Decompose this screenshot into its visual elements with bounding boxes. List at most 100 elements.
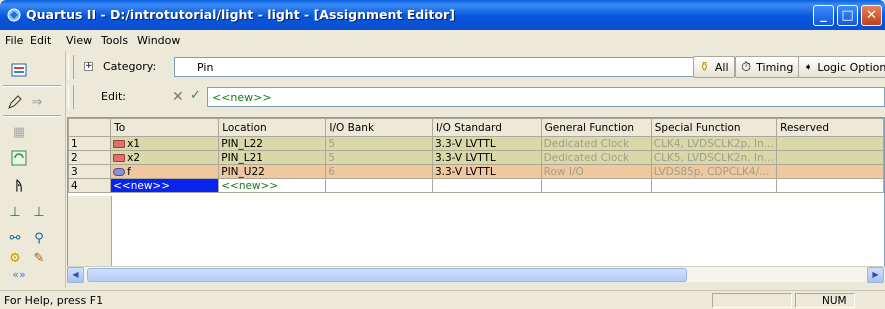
- grid-view-icon[interactable]: ▦: [8, 121, 30, 143]
- logic-options-button[interactable]: ➧ Logic Options: [798, 56, 885, 78]
- scrollbar-thumb[interactable]: [87, 268, 687, 282]
- timing-button-label: Timing: [756, 60, 794, 74]
- horizontal-scrollbar[interactable]: ◀ ▶: [67, 266, 885, 283]
- row-number[interactable]: 1: [67, 136, 112, 151]
- accept-check-icon[interactable]: ✓: [190, 88, 201, 103]
- input-pin-icon: [113, 153, 126, 162]
- column-header-special-function[interactable]: Special Function: [650, 118, 778, 137]
- table-row-new[interactable]: 4 <<new>> <<new>>: [67, 178, 884, 193]
- table-row[interactable]: 3 f PIN_U22 6 3.3-V LVTTL Row I/O LVDS85…: [67, 164, 884, 179]
- maximize-button[interactable]: □: [837, 5, 858, 26]
- cell-io-bank[interactable]: [325, 178, 433, 193]
- cell-reserved[interactable]: [776, 178, 884, 193]
- table-row[interactable]: 2 x2 PIN_L21 5 3.3-V LVTTL Dedicated Clo…: [67, 150, 884, 165]
- cell-general-function[interactable]: Row I/O: [540, 164, 652, 179]
- menu-view[interactable]: View: [66, 34, 92, 47]
- row-number[interactable]: 4: [67, 178, 112, 193]
- cell-io-standard[interactable]: 3.3-V LVTTL: [431, 136, 542, 151]
- assignment-editor-icon[interactable]: [8, 59, 30, 81]
- logic-options-button-label: Logic Options: [817, 60, 885, 74]
- column-header-location[interactable]: Location: [218, 118, 327, 137]
- expand-toolbar-icon[interactable]: «»: [8, 263, 30, 285]
- cell-reserved[interactable]: [776, 164, 884, 179]
- cell-location-new[interactable]: <<new>>: [218, 178, 327, 193]
- cell-io-standard[interactable]: 3.3-V LVTTL: [431, 164, 542, 179]
- window-title: Quartus II - D:/introtutorial/light - li…: [26, 7, 455, 22]
- cell-special-function[interactable]: CLK5, LVDSCLK2n, In…: [650, 150, 778, 165]
- cell-general-function[interactable]: Dedicated Clock: [540, 136, 652, 151]
- cell-io-standard[interactable]: 3.3-V LVTTL: [431, 150, 542, 165]
- cell-reserved[interactable]: [776, 136, 884, 151]
- arrow-right-icon: ➧: [804, 61, 813, 73]
- scroll-right-icon[interactable]: ▶: [867, 267, 884, 283]
- row-number[interactable]: 3: [67, 164, 112, 179]
- close-button[interactable]: ✕: [861, 5, 882, 26]
- cell-io-bank[interactable]: 6: [325, 164, 433, 179]
- table-row[interactable]: 1 x1 PIN_L22 5 3.3-V LVTTL Dedicated Clo…: [67, 136, 884, 151]
- toolbar-separator: [3, 85, 61, 87]
- cell-to[interactable]: f: [110, 164, 220, 179]
- menu-tools[interactable]: Tools: [101, 34, 128, 47]
- cell-location[interactable]: PIN_L21: [218, 150, 327, 165]
- pin-planner-icon[interactable]: ᚤ: [8, 175, 30, 197]
- edit-input[interactable]: <<new>>: [207, 87, 885, 107]
- cell-special-function[interactable]: LVDS85p, CDPCLK4/…: [650, 164, 778, 179]
- cell-location[interactable]: PIN_L22: [218, 136, 327, 151]
- cell-to-text: f: [127, 165, 131, 178]
- node-finder-icon[interactable]: ⊥: [4, 201, 26, 223]
- edit-label: Edit:: [101, 90, 127, 103]
- title-bar: Quartus II - D:/introtutorial/light - li…: [0, 0, 885, 30]
- num-lock-indicator: NUM: [795, 293, 855, 308]
- column-header-io-bank[interactable]: I/O Bank: [325, 118, 433, 137]
- cell-io-bank[interactable]: 5: [325, 150, 433, 165]
- row-number[interactable]: 2: [67, 150, 112, 165]
- cell-location[interactable]: PIN_U22: [218, 164, 327, 179]
- timing-node-icon[interactable]: ⚲: [28, 227, 50, 249]
- assignment-grid: To Location I/O Bank I/O Standard Genera…: [67, 117, 885, 281]
- column-header-to[interactable]: To: [110, 118, 220, 137]
- num-lock-text: NUM: [822, 295, 847, 307]
- all-button-label: All: [714, 60, 729, 74]
- toolbar-grip[interactable]: [68, 55, 74, 79]
- category-value: Pin: [197, 61, 214, 74]
- arrow-right-icon[interactable]: ⇒: [26, 91, 48, 113]
- edit-pencil-icon[interactable]: [4, 91, 26, 113]
- filter-icon[interactable]: ⚯: [4, 227, 26, 249]
- toolbar-grip[interactable]: [68, 85, 74, 109]
- category-label: Category:: [103, 60, 157, 73]
- settings-pen-icon[interactable]: ✎: [28, 247, 50, 269]
- table-header-row: To Location I/O Bank I/O Standard Genera…: [67, 118, 884, 137]
- all-button[interactable]: ⚱ All: [693, 56, 735, 78]
- quartus-app-icon: [7, 8, 21, 22]
- cell-io-standard[interactable]: [431, 178, 542, 193]
- input-pin-icon: [113, 139, 126, 148]
- menu-edit[interactable]: Edit: [30, 34, 51, 47]
- status-bar: For Help, press F1 NUM: [0, 290, 885, 309]
- stopwatch-icon: ⏱: [741, 59, 752, 75]
- cell-general-function[interactable]: Dedicated Clock: [540, 150, 652, 165]
- scroll-left-icon[interactable]: ◀: [67, 267, 84, 283]
- expand-plus-icon[interactable]: +: [84, 62, 93, 71]
- cell-to-new[interactable]: <<new>>: [110, 178, 220, 193]
- column-header-io-standard[interactable]: I/O Standard: [431, 118, 542, 137]
- cancel-x-icon[interactable]: ✕: [172, 89, 184, 105]
- menu-file[interactable]: File: [5, 34, 23, 47]
- minimize-button[interactable]: _: [813, 5, 834, 26]
- node-finder-2-icon[interactable]: ⊥: [28, 201, 50, 223]
- menu-bar: File Edit View Tools Window: [0, 30, 885, 50]
- cell-special-function[interactable]: [650, 178, 778, 193]
- timing-button[interactable]: ⏱ Timing: [735, 56, 800, 78]
- cell-io-bank[interactable]: 5: [325, 136, 433, 151]
- column-header-reserved[interactable]: Reserved: [776, 118, 884, 137]
- cell-to[interactable]: x2: [110, 150, 220, 165]
- cell-reserved[interactable]: [776, 150, 884, 165]
- cell-special-function[interactable]: CLK4, LVDSCLK2p, In…: [650, 136, 778, 151]
- menu-window[interactable]: Window: [137, 34, 180, 47]
- refresh-icon[interactable]: [8, 147, 30, 169]
- category-select[interactable]: Pin: [174, 57, 774, 77]
- column-header-general-function[interactable]: General Function: [540, 118, 652, 137]
- output-pin-icon: [113, 167, 126, 176]
- cell-to[interactable]: x1: [110, 136, 220, 151]
- cell-general-function[interactable]: [540, 178, 652, 193]
- assignment-table: To Location I/O Bank I/O Standard Genera…: [67, 118, 884, 193]
